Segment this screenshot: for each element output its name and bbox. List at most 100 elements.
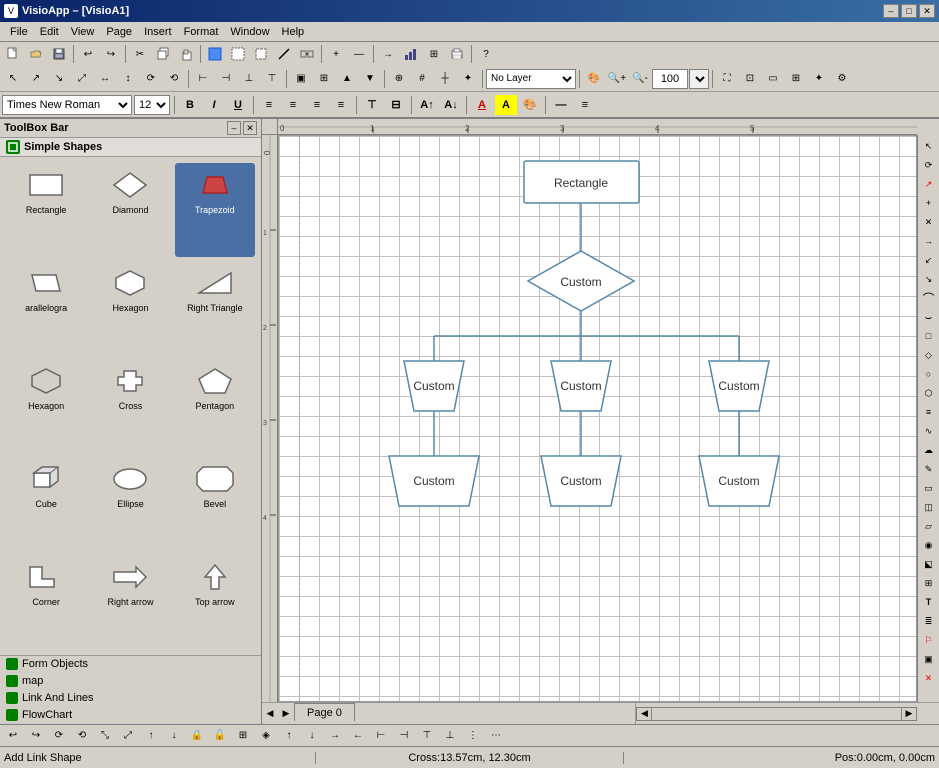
minus-button[interactable]: — xyxy=(348,43,370,65)
tb2-extra2[interactable]: ✦ xyxy=(808,68,830,90)
tb2-btn3[interactable]: ↘ xyxy=(48,68,70,90)
shape-item-parallelogram[interactable]: arallelogra xyxy=(6,261,86,355)
zoom-input[interactable] xyxy=(652,69,688,89)
section-item-map[interactable]: map xyxy=(0,673,261,690)
rt-line[interactable]: → xyxy=(920,232,938,250)
tb2-btn1[interactable]: ↖ xyxy=(2,68,24,90)
rt-list[interactable]: ≣ xyxy=(920,612,938,630)
bt-btn20[interactable]: ⊥ xyxy=(439,725,461,747)
italic-button[interactable]: I xyxy=(203,95,225,115)
bt-btn22[interactable]: ⋯ xyxy=(485,725,507,747)
bt-btn14[interactable]: ↓ xyxy=(301,725,323,747)
rt-arc1[interactable]: ⌒ xyxy=(920,289,938,307)
save-button[interactable] xyxy=(48,43,70,65)
rt-flag[interactable]: ⚐ xyxy=(920,631,938,649)
bt-btn18[interactable]: ⊣ xyxy=(393,725,415,747)
rt-connect[interactable]: ↗ xyxy=(920,175,938,193)
tb2-align1[interactable]: ⊢ xyxy=(192,68,214,90)
select-button[interactable] xyxy=(227,43,249,65)
zoom-select-button[interactable] xyxy=(250,43,272,65)
rt-rect[interactable]: □ xyxy=(920,327,938,345)
hscroll-left[interactable]: ◀ xyxy=(636,707,652,721)
hscroll-track[interactable] xyxy=(652,707,901,721)
rt-lines[interactable]: ≡ xyxy=(920,403,938,421)
scroll-left-button[interactable]: ◀ xyxy=(262,703,278,724)
new-button[interactable] xyxy=(2,43,24,65)
section-item-link-lines[interactable]: Link And Lines xyxy=(0,690,261,707)
shape-item-rectangle[interactable]: Rectangle xyxy=(6,163,86,257)
line-style-button[interactable]: — xyxy=(550,95,572,115)
tb2-zoom-out[interactable]: 🔍- xyxy=(629,68,651,90)
restore-button[interactable]: □ xyxy=(901,4,917,18)
shape-item-cube[interactable]: Cube xyxy=(6,457,86,551)
rt-cloud[interactable]: ☁ xyxy=(920,441,938,459)
tb2-group1[interactable]: ▣ xyxy=(290,68,312,90)
tb2-fit[interactable]: ⊡ xyxy=(739,68,761,90)
pointer-button[interactable] xyxy=(204,43,226,65)
tb2-btn2[interactable]: ↗ xyxy=(25,68,47,90)
rt-bend2[interactable]: ↘ xyxy=(920,270,938,288)
font-select[interactable]: Times New Roman xyxy=(2,95,132,115)
shape-item-hexagon[interactable]: Hexagon xyxy=(90,261,170,355)
menu-help[interactable]: Help xyxy=(276,25,311,39)
rt-bend1[interactable]: ↙ xyxy=(920,251,938,269)
connector-button[interactable] xyxy=(296,43,318,65)
bt-btn2[interactable]: ↪ xyxy=(25,725,47,747)
font-decrease-button[interactable]: A↓ xyxy=(440,95,462,115)
tb2-layer2[interactable]: ▼ xyxy=(359,68,381,90)
rt-para[interactable]: ▱ xyxy=(920,517,938,535)
print-button[interactable] xyxy=(446,43,468,65)
bt-btn1[interactable]: ↩ xyxy=(2,725,24,747)
rt-grid2[interactable]: ⊞ xyxy=(920,574,938,592)
tb2-btn8[interactable]: ⟲ xyxy=(163,68,185,90)
rt-penta[interactable]: ⬕ xyxy=(920,555,938,573)
tb2-page[interactable]: ▭ xyxy=(762,68,784,90)
rt-image[interactable]: ▣ xyxy=(920,650,938,668)
tb2-zoom-in[interactable]: 🔍+ xyxy=(606,68,628,90)
shape-item-pentagon[interactable]: Pentagon xyxy=(175,359,255,453)
tb2-btn6[interactable]: ↕ xyxy=(117,68,139,90)
rt-close2[interactable]: ✕ xyxy=(920,669,938,687)
rt-donut[interactable]: ◉ xyxy=(920,536,938,554)
rt-rotate[interactable]: ⟳ xyxy=(920,156,938,174)
copy-button[interactable] xyxy=(152,43,174,65)
shape-item-corner[interactable]: Corner xyxy=(6,555,86,649)
tb2-btn4[interactable]: ⤢ xyxy=(71,68,93,90)
align-left-button[interactable]: ≡ xyxy=(258,95,280,115)
rt-arc2[interactable]: ⌣ xyxy=(920,308,938,326)
bt-btn17[interactable]: ⊢ xyxy=(370,725,392,747)
hscroll-right[interactable]: ▶ xyxy=(901,707,917,721)
bt-btn11[interactable]: ⊞ xyxy=(232,725,254,747)
bt-btn12[interactable]: ◈ xyxy=(255,725,277,747)
cut-button[interactable]: ✂ xyxy=(129,43,151,65)
zoom-select[interactable]: ▼ xyxy=(689,69,709,89)
valign-mid-button[interactable]: ⊟ xyxy=(385,95,407,115)
tb2-grid[interactable]: # xyxy=(411,68,433,90)
rt-text[interactable]: T xyxy=(920,593,938,611)
page-tab-0[interactable]: Page 0 xyxy=(294,703,355,721)
bt-btn19[interactable]: ⊤ xyxy=(416,725,438,747)
bt-btn10[interactable]: 🔓 xyxy=(209,725,231,747)
section-item-form-objects[interactable]: Form Objects xyxy=(0,656,261,673)
rt-callout[interactable]: ◫ xyxy=(920,498,938,516)
bt-btn21[interactable]: ⋮ xyxy=(462,725,484,747)
tb2-align4[interactable]: ⊤ xyxy=(261,68,283,90)
rt-add[interactable]: + xyxy=(920,194,938,212)
bt-btn13[interactable]: ↑ xyxy=(278,725,300,747)
tb2-extra1[interactable]: ⊞ xyxy=(785,68,807,90)
tb2-guide[interactable]: ┼ xyxy=(434,68,456,90)
chart-button[interactable] xyxy=(400,43,422,65)
toolbox-close-button[interactable]: ✕ xyxy=(243,121,257,135)
tb2-btn5[interactable]: ↔ xyxy=(94,68,116,90)
shape-item-ellipse[interactable]: Ellipse xyxy=(90,457,170,551)
align-justify-button[interactable]: ≡ xyxy=(330,95,352,115)
drawing-canvas[interactable]: Rectangle Custom xyxy=(278,135,917,702)
section-item-flowchart[interactable]: FlowChart xyxy=(0,707,261,724)
rt-rect2[interactable]: ▭ xyxy=(920,479,938,497)
tb2-snap[interactable]: ⊕ xyxy=(388,68,410,90)
valign-top-button[interactable]: ⊤ xyxy=(361,95,383,115)
align-right-button[interactable]: ≡ xyxy=(306,95,328,115)
menu-window[interactable]: Window xyxy=(224,25,275,39)
open-button[interactable] xyxy=(25,43,47,65)
plus-button[interactable]: + xyxy=(325,43,347,65)
